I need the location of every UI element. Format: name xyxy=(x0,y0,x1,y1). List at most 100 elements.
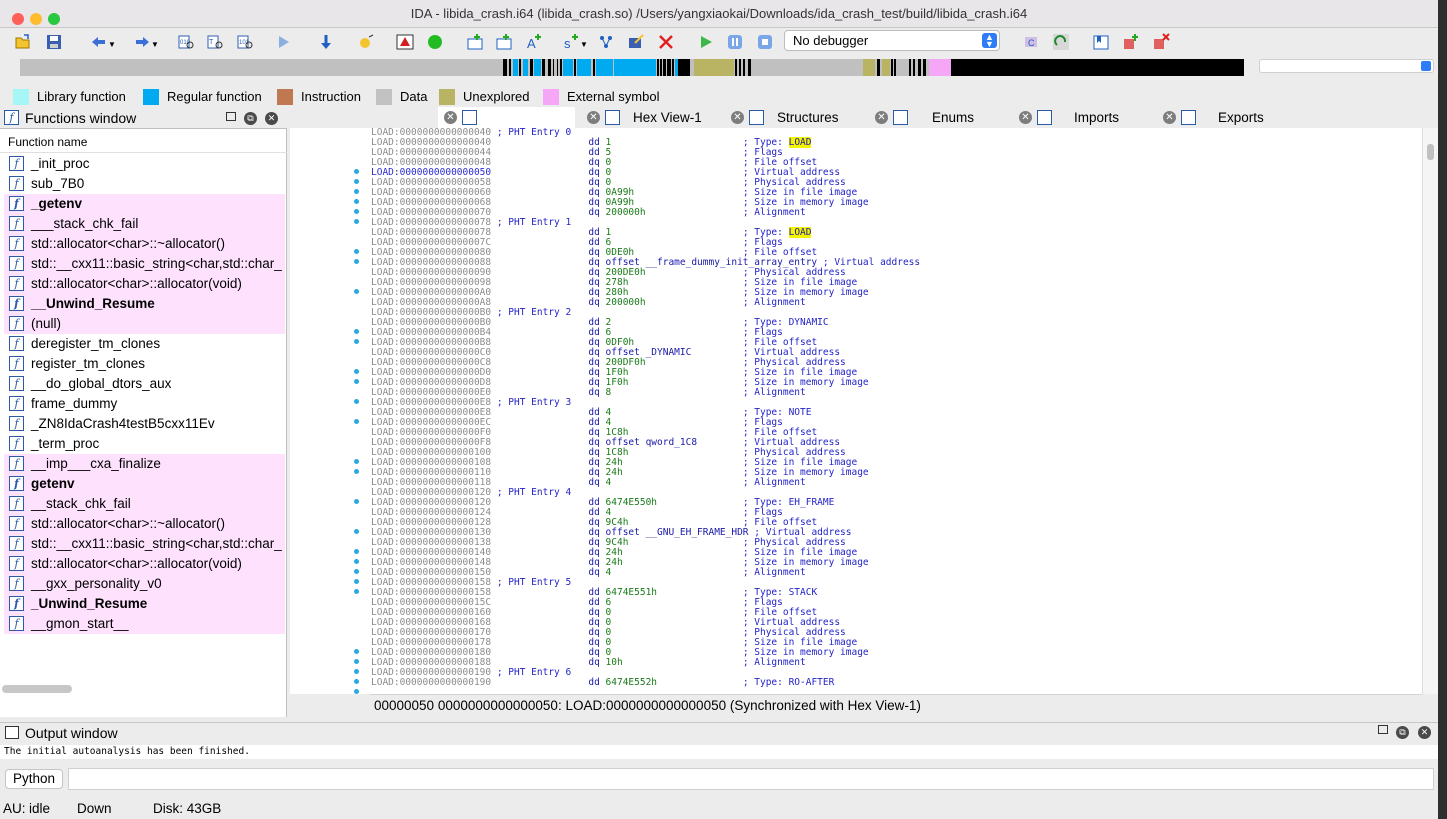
horizontal-scrollbar[interactable] xyxy=(2,685,72,693)
function-list-item[interactable]: f _Unwind_Resume xyxy=(4,594,285,614)
forward-dropdown-icon[interactable]: ▼ xyxy=(151,40,159,49)
line-comment-highlight: LOAD xyxy=(788,137,812,148)
vertical-scrollbar[interactable] xyxy=(1422,128,1438,694)
remove-breakpoint-icon[interactable] xyxy=(1152,33,1170,51)
tab-enums[interactable]: ✕ Enums xyxy=(875,107,1013,128)
function-list-item[interactable]: f (null) xyxy=(4,314,285,334)
xref-dot xyxy=(354,419,359,424)
line-comment: ; Alignment xyxy=(742,207,806,218)
nav-segment xyxy=(534,59,541,76)
navigation-band-selector[interactable] xyxy=(1259,59,1434,73)
zoom-window-icon[interactable] xyxy=(48,13,60,25)
segment-dropdown-icon[interactable]: ▼ xyxy=(580,40,588,49)
stop-debug-icon[interactable] xyxy=(756,33,774,51)
close-pane-icon[interactable]: ✕ xyxy=(265,112,278,125)
close-tab-icon[interactable]: ✕ xyxy=(444,111,457,124)
close-tab-icon[interactable]: ✕ xyxy=(1019,111,1032,124)
debugger-select[interactable]: No debugger ▲ ▼ xyxy=(784,30,1000,51)
close-tab-icon[interactable]: ✕ xyxy=(587,111,600,124)
function-name: frame_dummy xyxy=(31,396,118,411)
back-dropdown-icon[interactable]: ▼ xyxy=(108,40,116,49)
delete-icon[interactable] xyxy=(657,33,675,51)
jump-down-icon[interactable] xyxy=(317,33,335,51)
nav-segment xyxy=(577,59,591,76)
command-input[interactable] xyxy=(68,768,1434,790)
line-operand: 6474E552h xyxy=(605,677,658,688)
tab-ida-view[interactable]: ✕ xyxy=(438,107,575,128)
minimize-window-icon[interactable] xyxy=(30,13,42,25)
listing-line[interactable]: LOAD:0000000000000190 dd 6474E552h ; Typ… xyxy=(371,678,1421,688)
create-function-icon[interactable] xyxy=(466,33,484,51)
save-icon[interactable] xyxy=(45,33,63,51)
add-segment-icon[interactable]: s xyxy=(562,33,580,51)
close-tab-icon[interactable]: ✕ xyxy=(875,111,888,124)
forward-arrow-icon[interactable] xyxy=(133,33,151,51)
function-list-item[interactable]: f std::allocator<char>::~allocator() xyxy=(4,514,285,534)
graph-icon[interactable] xyxy=(597,33,615,51)
function-list-item[interactable]: f _term_proc xyxy=(4,434,285,454)
svg-text:C: C xyxy=(1028,38,1035,48)
disk-space: Disk: 43GB xyxy=(153,801,222,816)
bookmark-icon[interactable] xyxy=(1092,33,1110,51)
maximize-pane-icon[interactable] xyxy=(226,112,236,121)
analysis-icon[interactable] xyxy=(357,33,375,51)
function-list-item[interactable]: f std::__cxx11::basic_string<char,std::ch… xyxy=(4,254,285,274)
function-list-item[interactable]: f deregister_tm_clones xyxy=(4,334,285,354)
tab-hex-view[interactable]: ✕ Hex View-1 xyxy=(587,107,725,128)
function-list-item[interactable]: f register_tm_clones xyxy=(4,354,285,374)
function-list-item[interactable]: f frame_dummy xyxy=(4,394,285,414)
function-list-item[interactable]: f __do_global_dtors_aux xyxy=(4,374,285,394)
tab-imports[interactable]: ✕ Imports xyxy=(1019,107,1157,128)
function-list-item[interactable]: f ___stack_chk_fail xyxy=(4,214,285,234)
function-list-item[interactable]: f std::allocator<char>::allocator(void) xyxy=(4,274,285,294)
function-list-item[interactable]: f __gxx_personality_v0 xyxy=(4,574,285,594)
close-pane-icon[interactable]: ✕ xyxy=(1418,726,1431,739)
disassembly-view[interactable]: LOAD:0000000000000040 ; PHT Entry 0 LOAD:… xyxy=(290,128,1422,694)
function-list-item[interactable]: f __imp___cxa_finalize xyxy=(4,454,285,474)
add-text-icon[interactable]: A xyxy=(525,33,543,51)
start-debug-icon[interactable] xyxy=(697,33,715,51)
close-tab-icon[interactable]: ✕ xyxy=(731,111,744,124)
run-green-icon[interactable] xyxy=(426,33,444,51)
create-struct-icon[interactable] xyxy=(495,33,513,51)
navigation-band[interactable] xyxy=(20,59,1244,76)
scrollbar-thumb[interactable] xyxy=(1427,144,1434,160)
xref-dot xyxy=(354,499,359,504)
function-list-item[interactable]: f __stack_chk_fail xyxy=(4,494,285,514)
float-pane-icon[interactable]: ⧉ xyxy=(1396,726,1409,739)
jump-icon[interactable] xyxy=(276,33,294,51)
edit-icon[interactable] xyxy=(627,33,645,51)
line-mnemonic: dq xyxy=(588,477,600,488)
function-list-item[interactable]: f __Unwind_Resume xyxy=(4,294,285,314)
function-list-item[interactable]: f std::allocator<char>::allocator(void) xyxy=(4,554,285,574)
function-list-item[interactable]: f getenv xyxy=(4,474,285,494)
search-binary-icon[interactable]: 010 xyxy=(177,33,195,51)
function-list-item[interactable]: f _init_proc xyxy=(4,154,285,174)
search-text-icon[interactable]: T xyxy=(206,33,224,51)
xref-dot xyxy=(354,209,359,214)
search-immediate-icon[interactable]: 101 xyxy=(236,33,254,51)
close-window-icon[interactable] xyxy=(12,13,24,25)
back-arrow-icon[interactable] xyxy=(90,33,108,51)
line-mnemonic: dq xyxy=(588,297,600,308)
function-list-item[interactable]: f std::__cxx11::basic_string<char,std::ch… xyxy=(4,534,285,554)
debugger-options-icon[interactable]: C xyxy=(1023,33,1041,51)
open-file-icon[interactable] xyxy=(14,33,32,51)
warning-icon[interactable] xyxy=(396,33,414,51)
close-tab-icon[interactable]: ✕ xyxy=(1163,111,1176,124)
add-breakpoint-icon[interactable] xyxy=(1122,33,1140,51)
float-pane-icon[interactable]: ⧉ xyxy=(244,112,257,125)
maximize-pane-icon[interactable] xyxy=(1378,725,1388,734)
pause-debug-icon[interactable] xyxy=(726,33,744,51)
attach-process-icon[interactable] xyxy=(1052,33,1070,51)
function-list-item[interactable]: f _ZN8IdaCrash4testB5cxx11Ev xyxy=(4,414,285,434)
function-name-column-header[interactable]: Function name xyxy=(0,131,287,153)
tab-exports[interactable]: ✕ Exports xyxy=(1163,107,1293,128)
function-list-item[interactable]: f std::allocator<char>::~allocator() xyxy=(4,234,285,254)
function-list-item[interactable]: f __gmon_start__ xyxy=(4,614,285,634)
tab-structures[interactable]: ✕ Structures xyxy=(731,107,869,128)
xref-dot xyxy=(354,179,359,184)
python-button[interactable]: Python xyxy=(5,769,63,789)
function-list-item[interactable]: f _getenv xyxy=(4,194,285,214)
function-list-item[interactable]: f sub_7B0 xyxy=(4,174,285,194)
